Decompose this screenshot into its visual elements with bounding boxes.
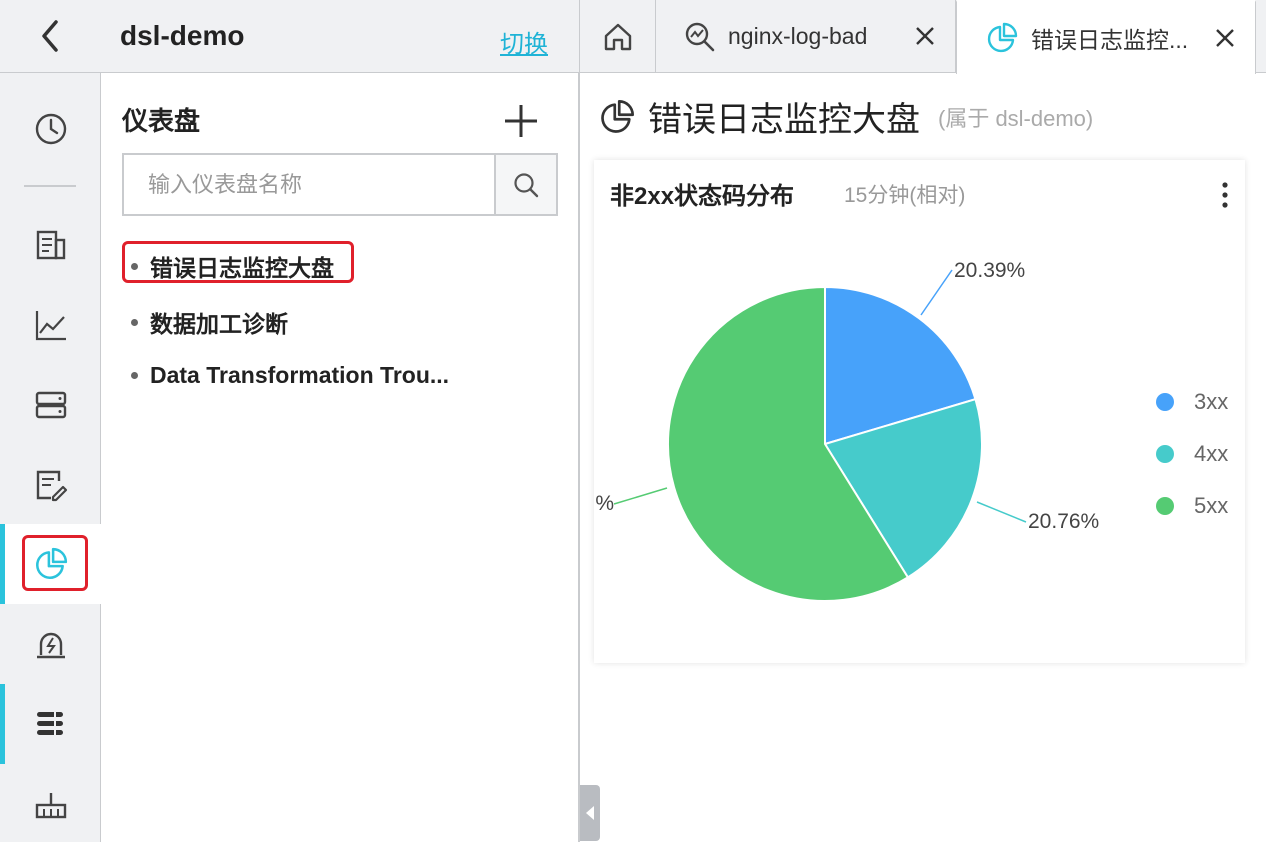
tab-label: nginx-log-bad (728, 23, 868, 49)
more-menu-icon[interactable] (1217, 180, 1233, 210)
pie-chart-icon (35, 547, 67, 579)
line-chart-icon (35, 311, 66, 341)
legend-swatch (1156, 393, 1174, 411)
legend-swatch (1156, 497, 1174, 515)
icon-rail (0, 73, 101, 842)
home-icon (604, 23, 631, 50)
dashboard-item-label: 错误日志监控大盘 (150, 255, 334, 281)
pie-data-label: % (595, 492, 614, 515)
legend-swatch (1156, 445, 1174, 463)
rail-item-ingest[interactable] (0, 765, 101, 845)
dashboard-item[interactable]: Data Transformation Trou... (131, 362, 449, 389)
project-name: dsl-demo (120, 20, 245, 51)
tab-home[interactable] (580, 0, 656, 73)
rail-item-dashboard[interactable] (0, 524, 101, 604)
server-icon (35, 391, 66, 419)
dashboard-item[interactable]: 错误日志监控大盘 (131, 249, 334, 283)
search-button[interactable] (494, 155, 556, 214)
bullet-dot (131, 372, 138, 379)
plus-icon (505, 105, 537, 137)
bullet-dot (131, 262, 138, 270)
pie-chart: 20.39% 20.76%% (595, 259, 1099, 602)
page-title: 错误日志监控大盘 (648, 101, 920, 139)
rail-item-saved-search[interactable] (0, 445, 101, 525)
search-input[interactable] (124, 155, 494, 214)
rail-divider (24, 185, 76, 187)
chart-time-range: 15分钟(相对) (844, 184, 966, 207)
edit-document-icon (36, 470, 67, 502)
close-icon[interactable] (913, 24, 937, 48)
rail-item-logstore[interactable] (0, 205, 101, 285)
tab-error-log-dashboard[interactable]: 错误日志监控... (956, 0, 1256, 74)
dashboard-header: 错误日志监控大盘 (属于 dsl-demo) (598, 92, 1093, 141)
legend-item-4xx[interactable]: 4xx (1156, 428, 1228, 480)
rail-item-alert[interactable] (0, 605, 101, 685)
search-analysis-icon (685, 22, 715, 51)
clock-icon (35, 113, 66, 145)
legend-label: 4xx (1194, 441, 1229, 466)
caret-left-icon (586, 806, 594, 820)
dashboard-item-label: Data Transformation Trou... (150, 362, 450, 388)
dashboard-search (122, 153, 558, 216)
project-header: dsl-demo 切换 (0, 0, 580, 73)
document-icon (36, 230, 65, 260)
switch-project-link[interactable]: 切换 (500, 24, 548, 59)
pie-leader-line (613, 487, 668, 505)
legend-label: 3xx (1194, 389, 1229, 414)
pie-leader-line (920, 269, 953, 316)
dashboard-owner: (属于 dsl-demo) (938, 105, 1094, 131)
legend-item-3xx[interactable]: 3xx (1156, 376, 1228, 428)
chart-title: 非2xx状态码分布 (610, 183, 795, 210)
search-icon (514, 172, 539, 197)
pie-leader-line (976, 501, 1027, 523)
pie-data-label: 20.39% (954, 259, 1025, 282)
pie-data-label: 20.76% (1028, 510, 1099, 533)
tab-label: 错误日志监控... (1031, 27, 1189, 53)
pie-chart-icon (601, 99, 634, 133)
tab-nginx-log-bad[interactable]: nginx-log-bad (656, 0, 956, 73)
alarm-icon (36, 632, 65, 659)
dashboard-item[interactable]: 数据加工诊断 (131, 305, 288, 339)
chart-card: 20.39% 20.76%% 非2xx状态码分布 15分钟(相对) 3xx 4xx 5… (594, 160, 1245, 663)
bullet-dot (131, 318, 138, 326)
add-dashboard-button[interactable] (501, 101, 541, 141)
panel-title: 仪表盘 (122, 106, 201, 136)
chart-legend: 3xx 4xx 5xx (1156, 376, 1228, 532)
scale-icon (35, 793, 66, 819)
rail-item-storage[interactable] (0, 365, 101, 445)
tab-bar: nginx-log-bad 错误日志监控... (580, 0, 1266, 74)
dashboard-item-label: 数据加工诊断 (150, 311, 288, 337)
rail-item-metrics[interactable] (0, 285, 101, 365)
pie-chart-icon (987, 22, 1018, 53)
back-arrow-icon[interactable] (30, 16, 70, 56)
legend-item-5xx[interactable]: 5xx (1156, 480, 1228, 532)
rail-item-data-processing[interactable] (0, 684, 101, 764)
list-icon (36, 710, 63, 737)
dashboard-list-panel: 仪表盘 错误日志监控大盘 数据加工诊断 Data Transformation … (101, 73, 580, 842)
legend-label: 5xx (1194, 493, 1229, 518)
close-icon[interactable] (1213, 26, 1237, 50)
collapse-panel-handle[interactable] (580, 785, 600, 841)
rail-item-history[interactable] (0, 89, 101, 169)
